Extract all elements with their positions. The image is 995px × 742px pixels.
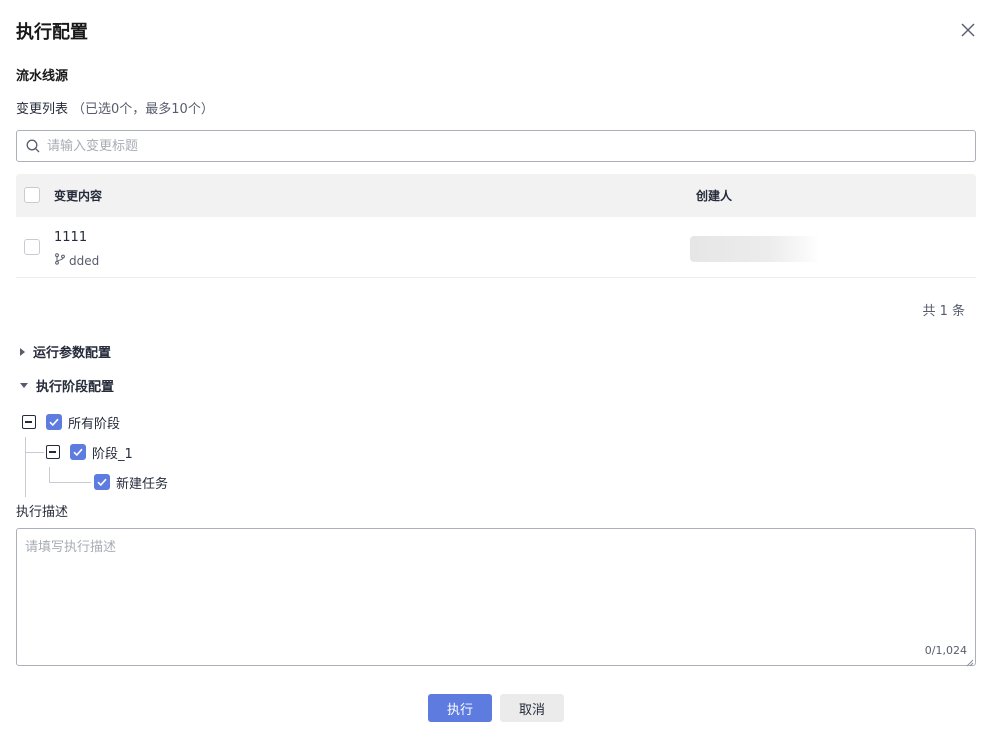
- table-header: 变更内容 创建人: [16, 174, 976, 217]
- caret-down-icon: [20, 383, 28, 388]
- caret-right-icon: [20, 347, 25, 356]
- select-all-checkbox[interactable]: [24, 187, 40, 203]
- execute-config-dialog: 执行配置 流水线源 变更列表（已选0个，最多10个） 变更内容 创建人 1111…: [0, 0, 995, 742]
- tree-collapse-toggle-root[interactable]: [22, 415, 36, 429]
- character-counter: 0/1,024: [924, 644, 967, 657]
- dialog-title: 执行配置: [16, 22, 88, 43]
- resize-handle-icon[interactable]: [966, 656, 974, 667]
- pagination-total: 共 1 条: [922, 304, 965, 319]
- search-icon: [26, 139, 40, 153]
- change-branch: dded: [54, 253, 99, 268]
- cancel-button[interactable]: 取消: [500, 694, 564, 722]
- collapse-stage-config-label: 执行阶段配置: [36, 380, 115, 395]
- stage-1-checkbox[interactable]: [70, 444, 86, 460]
- pipeline-source-title: 流水线源: [16, 69, 69, 84]
- tree-line: [49, 467, 50, 482]
- change-list-label: 变更列表 （已选0个，最多10个）: [16, 98, 214, 117]
- search-box: [16, 130, 976, 162]
- branch-name: dded: [69, 253, 100, 268]
- table-row[interactable]: 1111 dded: [16, 217, 976, 278]
- execute-button[interactable]: 执行: [428, 694, 492, 722]
- collapse-stage-config[interactable]: 执行阶段配置: [20, 376, 114, 395]
- description-box: 0/1,024: [16, 528, 976, 667]
- task-checkbox[interactable]: [94, 474, 110, 490]
- column-header-creator: 创建人: [696, 189, 733, 203]
- close-icon[interactable]: [958, 20, 978, 40]
- tree-line: [49, 482, 91, 483]
- task-label: 新建任务: [116, 477, 169, 492]
- change-list-hint: （已选0个，最多10个）: [72, 102, 214, 117]
- stage-1-label: 阶段_1: [92, 447, 133, 462]
- stage-root-label: 所有阶段: [68, 417, 121, 432]
- change-list-label-text: 变更列表: [16, 102, 69, 117]
- tree-line: [26, 452, 44, 453]
- row-checkbox[interactable]: [24, 239, 40, 255]
- tree-line: [25, 437, 26, 497]
- creator-blurred: [690, 236, 820, 262]
- description-label: 执行描述: [16, 505, 69, 520]
- column-header-content: 变更内容: [54, 189, 103, 203]
- collapse-run-params[interactable]: 运行参数配置: [20, 342, 111, 361]
- stage-root-checkbox[interactable]: [46, 414, 62, 430]
- description-textarea[interactable]: [17, 529, 975, 665]
- branch-icon: [54, 253, 66, 268]
- change-table: 变更内容 创建人 1111 dded: [16, 174, 976, 278]
- search-input[interactable]: [47, 131, 967, 161]
- tree-collapse-toggle-stage[interactable]: [46, 445, 60, 459]
- collapse-run-params-label: 运行参数配置: [33, 346, 112, 361]
- change-title: 1111: [54, 230, 88, 245]
